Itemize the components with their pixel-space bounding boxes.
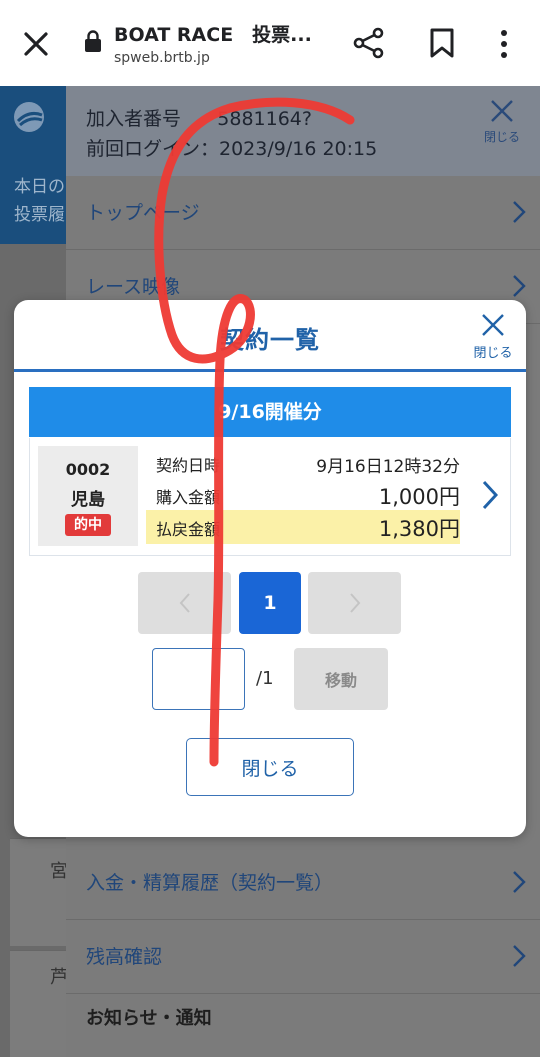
background-list-item: 芦 bbox=[10, 950, 68, 1057]
chevron-right-icon[interactable] bbox=[482, 480, 498, 510]
move-page-button[interactable]: 移動 bbox=[294, 648, 388, 710]
contract-row[interactable]: 0002 児島 的中 契約日時 9月16日12時32分 購入金額 1,000円 … bbox=[29, 438, 511, 556]
last-login-text: 前回ログイン：2023/9/16 20:15 bbox=[86, 138, 378, 160]
menu-item-top-page[interactable]: トップページ bbox=[66, 176, 540, 250]
venue-name: 児島 bbox=[71, 490, 105, 510]
chevron-right-icon bbox=[513, 871, 526, 893]
page-number-input[interactable] bbox=[152, 648, 245, 710]
modal-close-label: 閉じる bbox=[473, 346, 513, 361]
background-list-item: 宮 bbox=[10, 838, 68, 946]
chevron-right-icon bbox=[349, 593, 360, 613]
close-button[interactable]: 閉じる bbox=[186, 738, 354, 796]
close-icon bbox=[482, 314, 504, 336]
drawer-header: 加入者番号 5881164? 前回ログイン：2023/9/16 20:15 閉じ… bbox=[66, 86, 540, 176]
contract-datetime: 9月16日12時32分 bbox=[316, 457, 460, 477]
browser-url[interactable]: spweb.brtb.jp bbox=[114, 50, 210, 66]
notice-section-title: お知らせ・通知 bbox=[86, 1008, 212, 1029]
venue-number: 0002 bbox=[65, 460, 111, 479]
browser-page-title: BOAT RACE 投票... bbox=[114, 24, 312, 46]
modal-title: 契約一覧 bbox=[220, 326, 320, 354]
background-text-line2: 投票履 bbox=[14, 205, 65, 225]
background-text-line1: 本日の bbox=[14, 177, 65, 197]
chevron-right-icon bbox=[513, 275, 526, 297]
close-icon[interactable] bbox=[20, 28, 52, 60]
payout-amount-row: 払戻金額 1,380円 bbox=[146, 510, 460, 544]
chevron-right-icon bbox=[513, 201, 526, 223]
drawer-close-label: 閉じる bbox=[483, 130, 520, 144]
more-vert-icon[interactable] bbox=[494, 27, 514, 61]
member-number: 5881164? bbox=[217, 108, 312, 130]
current-page-button[interactable]: 1 bbox=[239, 572, 301, 634]
purchase-amount-row: 購入金額 1,000円 bbox=[146, 478, 460, 512]
chevron-right-icon bbox=[513, 945, 526, 967]
status-badge: 的中 bbox=[65, 514, 111, 536]
drawer-close-button[interactable]: 閉じる bbox=[482, 98, 522, 145]
venue-box: 0002 児島 的中 bbox=[38, 446, 138, 546]
bookmark-icon[interactable] bbox=[428, 27, 456, 59]
share-icon[interactable] bbox=[352, 26, 386, 60]
browser-toolbar: BOAT RACE 投票... spweb.brtb.jp bbox=[0, 0, 540, 86]
modal-divider bbox=[14, 369, 526, 372]
chevron-left-icon bbox=[179, 593, 190, 613]
page-total: /1 bbox=[256, 668, 274, 689]
purchase-amount: 1,000円 bbox=[378, 485, 460, 509]
member-number-label: 加入者番号 5881164? bbox=[86, 108, 312, 130]
contract-datetime-row: 契約日時 9月16日12時32分 bbox=[146, 446, 460, 480]
date-header: 9/16開催分 bbox=[29, 387, 511, 437]
prev-page-button[interactable] bbox=[138, 572, 231, 634]
next-page-button[interactable] bbox=[308, 572, 401, 634]
menu-item-balance[interactable]: 残高確認 bbox=[66, 920, 540, 994]
modal-close-icon-button[interactable]: 閉じる bbox=[468, 312, 518, 361]
menu-item-deposit-history[interactable]: 入金・精算履歴（契約一覧） bbox=[66, 846, 540, 920]
background-header: 本日の 投票履 bbox=[0, 86, 66, 244]
contract-list-modal: 契約一覧 閉じる 9/16開催分 0002 児島 的中 契約日時 9月16日12… bbox=[14, 300, 526, 837]
close-icon bbox=[491, 100, 513, 122]
lock-icon bbox=[85, 30, 101, 52]
payout-amount: 1,380円 bbox=[378, 517, 460, 541]
boatrace-logo-icon bbox=[14, 102, 44, 132]
